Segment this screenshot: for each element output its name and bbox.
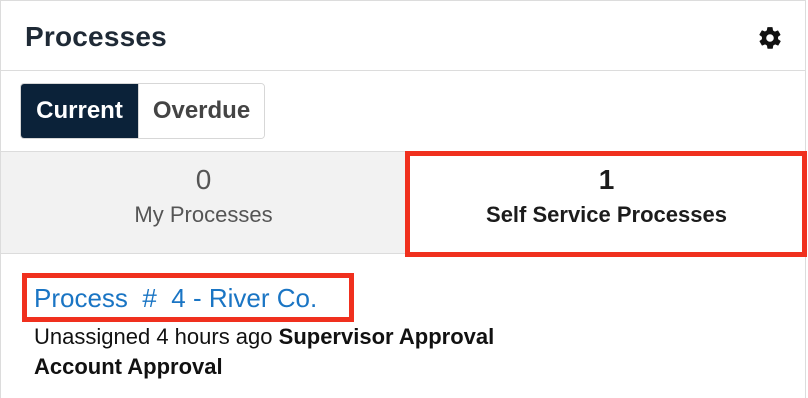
gear-icon[interactable] bbox=[757, 25, 783, 51]
process-step: Supervisor Approval bbox=[278, 324, 495, 349]
my-processes-count[interactable]: 0 My Processes bbox=[1, 152, 406, 253]
process-record-meta: Unassigned 4 hours ago Supervisor Approv… bbox=[34, 322, 794, 382]
tab-overdue[interactable]: Overdue bbox=[138, 84, 264, 138]
self-service-processes-count[interactable]: 1 Self Service Processes bbox=[406, 152, 807, 253]
processes-dashlet: Processes Current Overdue 0 My Processes… bbox=[0, 0, 807, 398]
list-item: Process # 4 - River Co. Unassigned 4 hou… bbox=[34, 283, 794, 382]
self-service-number: 1 bbox=[598, 164, 615, 195]
process-definition-name: Account Approval bbox=[34, 354, 223, 379]
dashlet-header: Processes bbox=[1, 1, 805, 71]
my-processes-label: My Processes bbox=[134, 202, 273, 227]
tab-current[interactable]: Current bbox=[21, 84, 138, 138]
dashlet-title: Processes bbox=[25, 21, 167, 52]
process-counts: 0 My Processes 1 Self Service Processes bbox=[1, 151, 807, 254]
process-tabs: Current Overdue bbox=[20, 83, 265, 139]
assigned-user: Unassigned bbox=[34, 324, 151, 349]
record-time: 4 hours ago bbox=[156, 324, 273, 349]
self-service-label: Self Service Processes bbox=[486, 202, 727, 227]
my-processes-number: 0 bbox=[195, 164, 212, 195]
process-record-link[interactable]: Process # 4 - River Co. bbox=[34, 283, 317, 314]
